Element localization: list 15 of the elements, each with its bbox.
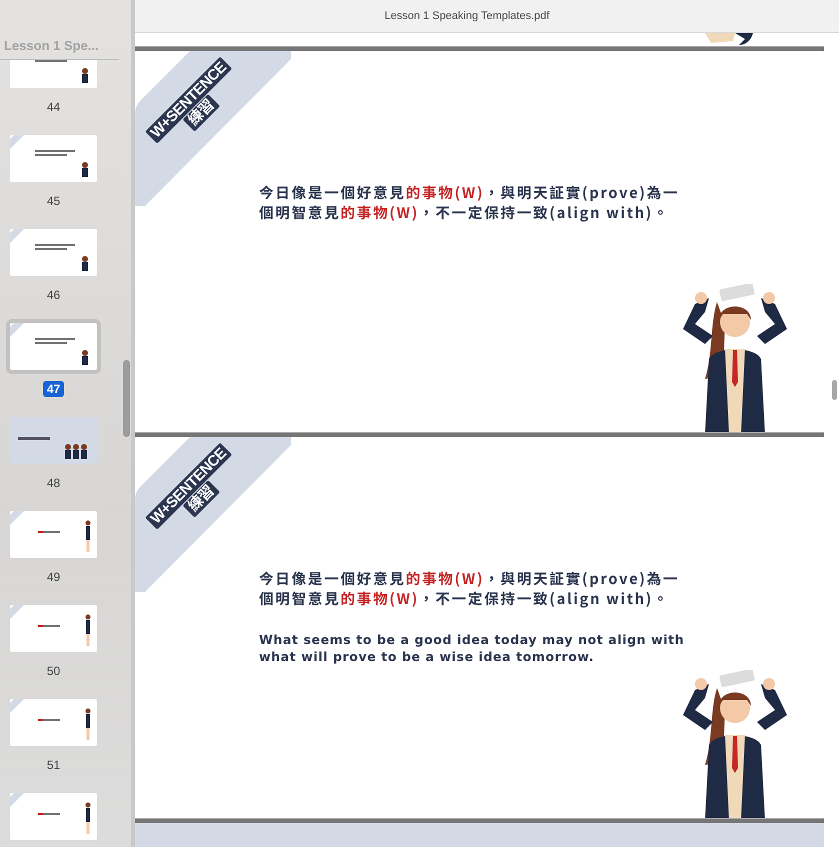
page-number: 44 [46,99,62,115]
chinese-sentence: 今日像是一個好意見 的事物(W)，與明天証實(prove)為一 個明智意見 的事物(W)，不一定保持一致(align with)。 [259,569,680,609]
page-number: 48 [46,475,62,491]
scrollbar-thumb[interactable] [123,360,130,437]
page-number: 51 [46,757,62,773]
english-sentence: What seems to be a good idea today may not align with what will prove to be a wise idea tomorrow. [259,631,686,665]
scrollbar-thumb[interactable] [832,380,837,400]
page-number: 47 [42,381,64,397]
page-thumbnail[interactable] [6,319,101,374]
page-number: 50 [46,663,62,679]
chinese-sentence: 今日像是一個好意見 的事物(W)，與明天証實(prove)為一 個明智意見 的事物(W)，不一定保持一致(align with)。 [259,183,680,223]
page-number: 46 [46,287,62,303]
page-number: 49 [46,569,62,585]
page-number: 45 [46,193,62,209]
window-title: Lesson 1 Speaking Templates.pdf [384,10,550,22]
